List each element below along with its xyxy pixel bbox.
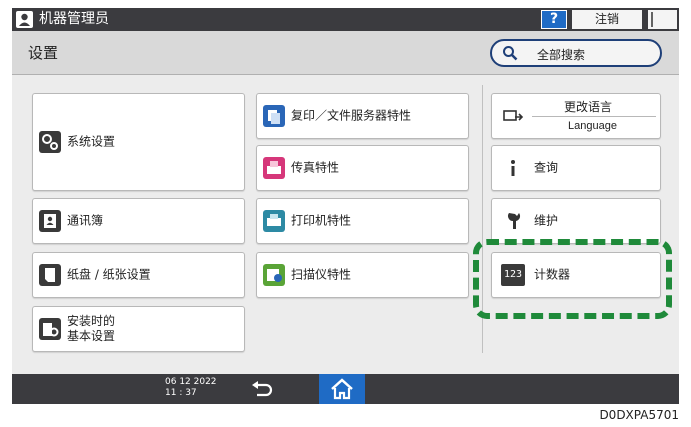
initial-settings-line1: 安装时的 — [67, 314, 116, 328]
language-icon — [502, 105, 524, 127]
change-language-label: 更改语言 — [564, 100, 613, 114]
inquiry-tile[interactable]: 查询 — [491, 145, 661, 191]
page-title: 设置 — [28, 44, 59, 62]
address-book-label: 通讯簿 — [67, 213, 104, 228]
inquiry-label: 查询 — [534, 160, 559, 175]
wrench-icon — [502, 210, 524, 232]
initial-settings-tile[interactable]: 安装时的 基本设置 — [32, 306, 245, 352]
scanner-tile[interactable]: 扫描仪特性 — [256, 252, 469, 298]
info-icon — [502, 157, 524, 179]
admin-title: 机器管理员 — [39, 11, 109, 27]
home-button[interactable] — [319, 374, 365, 404]
language-divider — [532, 116, 656, 117]
machine-settings-icon — [39, 318, 61, 340]
search-all-button[interactable]: 全部搜索 — [490, 39, 662, 67]
system-settings-label: 系统设置 — [67, 134, 116, 149]
energy-saver-button[interactable] — [648, 10, 677, 29]
help-button[interactable]: ? — [541, 10, 567, 29]
header: 设置 全部搜索 — [12, 31, 679, 75]
scanner-icon — [263, 264, 285, 286]
logout-button[interactable]: 注销 — [572, 10, 642, 29]
system-settings-tile[interactable]: 系统设置 — [32, 93, 245, 191]
printer-icon — [263, 210, 285, 232]
title-bar: 机器管理员 ? 注销 — [12, 8, 679, 31]
tray-paper-label: 纸盘 / 纸张设置 — [67, 267, 151, 282]
scanner-label: 扫描仪特性 — [291, 267, 352, 282]
copier-docserver-tile[interactable]: 复印／文件服务器特性 — [256, 93, 469, 139]
moon-icon — [651, 12, 666, 27]
fax-icon — [263, 157, 285, 179]
initial-settings-label: 安装时的 基本设置 — [67, 314, 115, 344]
address-book-icon — [39, 210, 61, 232]
home-icon — [331, 378, 353, 400]
copier-docserver-label: 复印／文件服务器特性 — [291, 108, 412, 123]
copier-icon — [263, 105, 285, 127]
counter-highlight — [473, 239, 672, 319]
tray-paper-tile[interactable]: 纸盘 / 纸张设置 — [32, 252, 245, 298]
gears-icon — [39, 131, 61, 153]
search-icon — [503, 46, 518, 61]
initial-settings-line2: 基本设置 — [67, 329, 116, 343]
back-button[interactable] — [244, 377, 280, 401]
fax-tile[interactable]: 传真特性 — [256, 145, 469, 191]
date-text: 06 12 2022 — [165, 377, 217, 387]
settings-panel: 系统设置 复印／文件服务器特性 传真特性 通讯簿 打印机特性 纸盘 / 纸张设置 — [12, 75, 679, 374]
change-language-tile[interactable]: 更改语言 Language — [491, 93, 661, 139]
clock: 06 12 2022 11 : 37 — [165, 377, 217, 399]
maintenance-tile[interactable]: 维护 — [491, 198, 661, 244]
user-icon — [16, 11, 33, 28]
paper-icon — [39, 264, 61, 286]
address-book-tile[interactable]: 通讯簿 — [32, 198, 245, 244]
time-text: 11 : 37 — [165, 388, 197, 398]
maintenance-label: 维护 — [534, 213, 559, 228]
back-arrow-icon — [252, 381, 273, 397]
printer-tile[interactable]: 打印机特性 — [256, 198, 469, 244]
language-label: Language — [568, 120, 617, 132]
fax-label: 传真特性 — [291, 160, 340, 175]
search-all-label: 全部搜索 — [537, 48, 586, 62]
document-code: D0DXPA5701 — [599, 408, 679, 422]
bottom-bar: 06 12 2022 11 : 37 — [12, 374, 679, 404]
printer-label: 打印机特性 — [291, 213, 352, 228]
